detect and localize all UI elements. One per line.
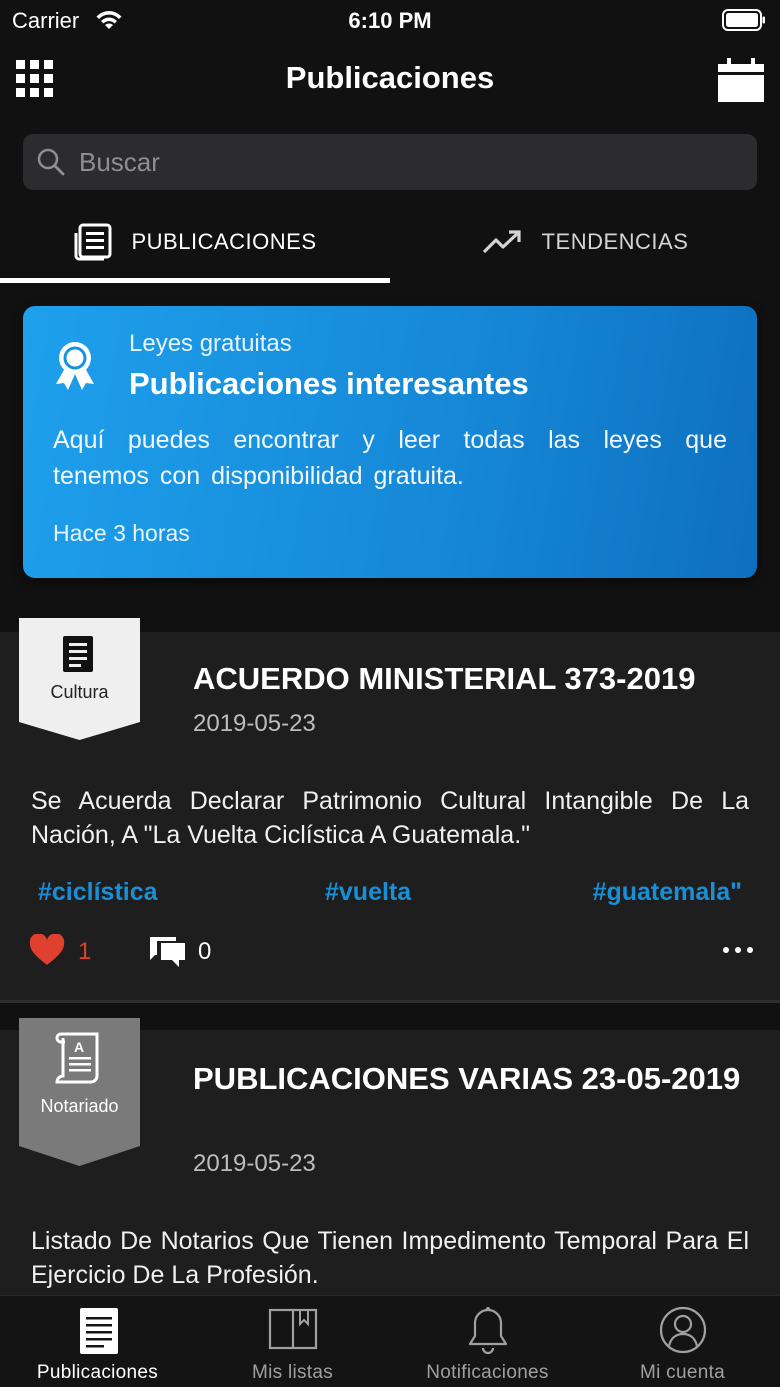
notary-scroll-icon: A xyxy=(55,1032,99,1084)
book-bookmark-icon xyxy=(268,1308,318,1350)
publication-date: 2019-05-23 xyxy=(193,1150,316,1177)
battery-icon xyxy=(722,9,765,31)
bottom-tab-bar: Publicaciones Mis listas Notificaciones … xyxy=(0,1295,780,1387)
tabbar-label: Mis listas xyxy=(251,1362,334,1383)
card-divider xyxy=(0,1000,780,1003)
tabbar-label: Mi cuenta xyxy=(639,1362,726,1383)
tabbar-label: Publicaciones xyxy=(36,1362,159,1383)
hashtag-link[interactable]: #vuelta xyxy=(325,878,411,907)
comment-count: 0 xyxy=(198,938,212,965)
hashtag-link[interactable]: #ciclística xyxy=(38,878,158,907)
search-icon xyxy=(37,148,65,176)
bell-icon xyxy=(468,1307,508,1355)
category-badge: A Notariado xyxy=(19,1018,140,1166)
search-input[interactable] xyxy=(79,134,739,190)
category-badge: Cultura xyxy=(19,618,140,740)
featured-card[interactable]: Leyes gratuitas Publicaciones interesant… xyxy=(23,306,757,578)
heart-icon[interactable] xyxy=(29,934,65,966)
publication-date: 2019-05-23 xyxy=(193,710,316,737)
category-label: Cultura xyxy=(50,682,109,702)
user-circle-icon xyxy=(659,1306,707,1354)
svg-text:A: A xyxy=(74,1039,84,1055)
like-count: 1 xyxy=(78,938,92,965)
tab-tendencias-label: TENDENCIAS xyxy=(541,229,689,254)
tabbar-mis-listas[interactable]: Mis listas xyxy=(195,1296,390,1387)
hashtag-link[interactable]: #guatemala" xyxy=(593,878,742,907)
featured-title: Publicaciones interesantes xyxy=(129,366,529,401)
publication-card[interactable]: Cultura ACUERDO MINISTERIAL 373-2019 201… xyxy=(0,618,780,1000)
active-tab-indicator xyxy=(0,278,390,283)
publication-card[interactable]: A Notariado PUBLICACIONES VARIAS 23-05-2… xyxy=(0,1018,780,1310)
publication-title: PUBLICACIONES VARIAS 23-05-2019 xyxy=(193,1061,741,1096)
award-ribbon-icon xyxy=(56,342,94,390)
search-bar[interactable] xyxy=(23,134,757,190)
featured-description: Aquí puedes encontrar y leer todas las l… xyxy=(53,426,727,490)
publication-description: Listado De Notarios Que Tienen Impedimen… xyxy=(31,1227,749,1289)
tabbar-notificaciones[interactable]: Notificaciones xyxy=(390,1296,585,1387)
category-label: Notariado xyxy=(40,1096,119,1116)
navigation-bar: Publicaciones xyxy=(0,40,780,120)
status-time: 6:10 PM xyxy=(348,8,432,33)
more-options-icon[interactable] xyxy=(722,938,754,962)
newspaper-icon xyxy=(74,223,111,261)
publication-title: ACUERDO MINISTERIAL 373-2019 xyxy=(193,661,696,696)
tab-tendencias[interactable]: TENDENCIAS xyxy=(390,200,780,284)
trending-icon xyxy=(482,230,521,254)
tab-publicaciones[interactable]: PUBLICACIONES xyxy=(0,200,390,284)
comments-icon[interactable] xyxy=(149,935,187,969)
calendar-icon[interactable] xyxy=(718,58,764,102)
tabbar-publicaciones[interactable]: Publicaciones xyxy=(0,1296,195,1387)
segmented-tabs: PUBLICACIONES TENDENCIAS xyxy=(0,200,780,284)
status-bar: Carrier 6:10 PM xyxy=(0,0,780,40)
featured-subtitle: Leyes gratuitas xyxy=(129,330,292,357)
grid-menu-icon[interactable] xyxy=(16,60,54,98)
featured-timestamp: Hace 3 horas xyxy=(53,520,190,546)
tabbar-label: Notificaciones xyxy=(426,1362,549,1383)
document-icon xyxy=(63,636,93,672)
tabbar-mi-cuenta[interactable]: Mi cuenta xyxy=(585,1296,780,1387)
document-list-icon xyxy=(80,1308,118,1354)
tab-publicaciones-label: PUBLICACIONES xyxy=(131,229,317,254)
publication-description: Se Acuerda Declarar Patrimonio Cultural … xyxy=(31,787,749,849)
page-title: Publicaciones xyxy=(285,60,495,95)
